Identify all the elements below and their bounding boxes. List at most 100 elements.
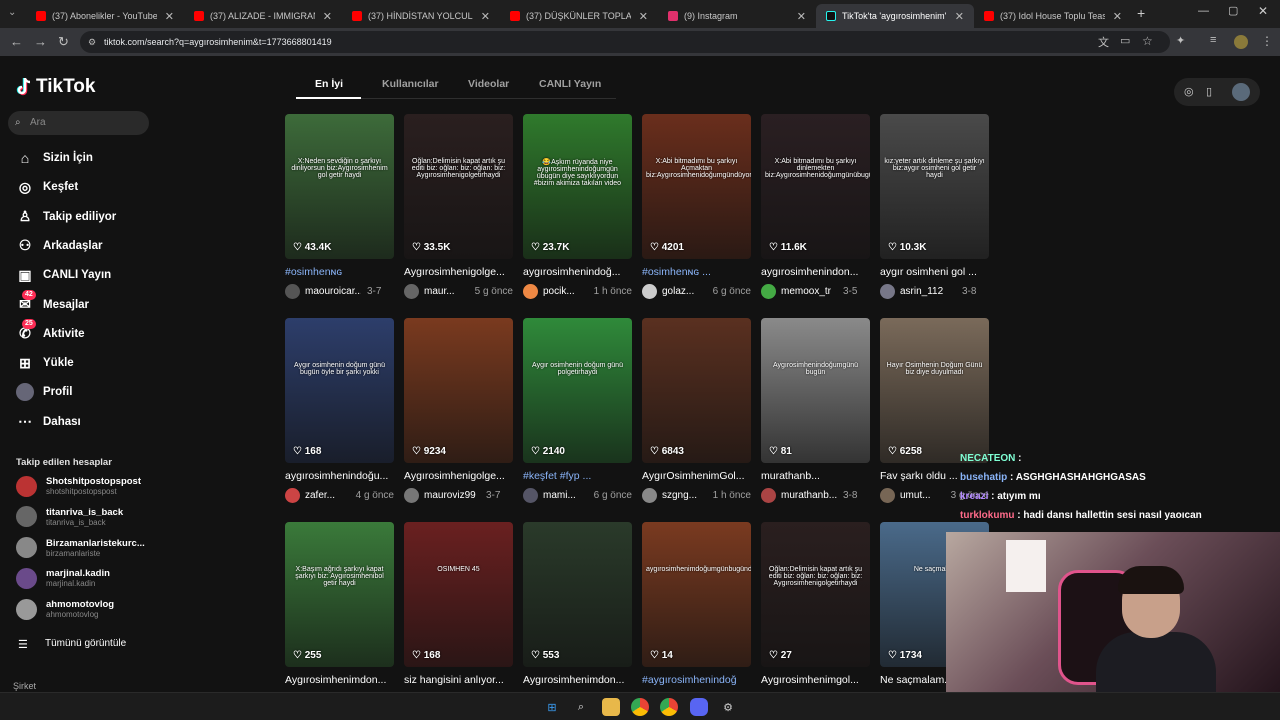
username[interactable]: mauroviz99 bbox=[424, 490, 480, 501]
avatar[interactable] bbox=[761, 488, 776, 503]
video-card[interactable]: aygırosimhenimdoğumgünbugündüyordhaydi ♡ … bbox=[642, 522, 751, 686]
video-card[interactable]: X:Abi bitmadımı bu şarkıyı Açmaktan biz:… bbox=[642, 114, 751, 299]
cast-icon[interactable]: ▭ bbox=[1120, 34, 1130, 47]
video-thumbnail[interactable]: Hayır Osimhenin Doğum Günü biz diye duyu… bbox=[880, 318, 989, 463]
maximize-button[interactable]: ▢ bbox=[1228, 4, 1238, 17]
footer-company-link[interactable]: Şirket bbox=[13, 681, 36, 691]
new-tab-button[interactable]: + bbox=[1137, 5, 1145, 21]
url-field[interactable]: tiktok.com/search?q=aygırosimhenim&t=177… bbox=[80, 31, 1170, 53]
video-title[interactable]: Aygırosimhenimdon... bbox=[285, 674, 397, 686]
video-thumbnail[interactable]: Aygır osimhenin doğum günü bugün öyle bi… bbox=[285, 318, 394, 463]
avatar[interactable] bbox=[404, 488, 419, 503]
video-title[interactable]: aygırosimhenindoğu... bbox=[285, 470, 397, 482]
search-tab[interactable]: Videolar bbox=[468, 78, 509, 90]
video-title[interactable]: aygırosimhenindoğ... bbox=[523, 266, 635, 278]
video-title[interactable]: #aygırosimhenindoğ bbox=[642, 674, 754, 686]
close-window-button[interactable]: ✕ bbox=[1258, 4, 1268, 18]
video-card[interactable]: kız:yeter artık dinleme şu şarkıyı biz:a… bbox=[880, 114, 989, 299]
video-thumbnail[interactable]: ♡ 9234 bbox=[404, 318, 513, 463]
extensions-icon[interactable]: ✦ bbox=[1176, 34, 1185, 47]
video-title[interactable]: #osimhenɴɢ ... bbox=[642, 266, 754, 278]
video-thumbnail[interactable]: ♡ 6843 bbox=[642, 318, 751, 463]
forward-icon[interactable]: → bbox=[34, 34, 47, 49]
username[interactable]: golaz... bbox=[662, 286, 707, 297]
profile-avatar[interactable] bbox=[1234, 35, 1248, 49]
video-thumbnail[interactable]: Oğlan:Delimisin kapat artık şu editi biz… bbox=[404, 114, 513, 259]
browser-tab[interactable]: (37) Idol House Toplu Teaser Ç ✕ bbox=[974, 4, 1132, 28]
tiktok-logo[interactable]: TikTok bbox=[16, 76, 95, 98]
theme-icon[interactable]: ◎ bbox=[1184, 85, 1194, 98]
nav-item-following[interactable]: ♙ Takip ediliyor bbox=[16, 206, 117, 228]
video-card[interactable]: Oğlan:Delimisin kapat artık şu editi biz… bbox=[404, 114, 513, 299]
video-title[interactable]: aygırosimhenindon... bbox=[761, 266, 873, 278]
search-tab[interactable]: Kullanıcılar bbox=[382, 78, 439, 90]
username[interactable]: maur... bbox=[424, 286, 469, 297]
followed-account[interactable]: ahmomotovlog ahmomotovlog bbox=[16, 595, 114, 623]
video-card[interactable]: 😂Aşkım rüyanda niye aygırosimhenindoğumg… bbox=[523, 114, 632, 299]
video-card[interactable]: Aygırosimhenindoğumgünü bugün ♡ 81 muratha… bbox=[761, 318, 870, 503]
browser-tab[interactable]: (37) HİNDİSTAN YOLCULUĞU v ✕ bbox=[342, 4, 500, 28]
browser-tab[interactable]: TikTok'ta 'aygırosimhenim' bul ✕ bbox=[816, 4, 974, 28]
username[interactable]: umut... bbox=[900, 490, 945, 501]
video-title[interactable]: siz hangisini anlıyor... bbox=[404, 674, 516, 686]
username[interactable]: szgng... bbox=[662, 490, 707, 501]
search-tab[interactable]: En İyi bbox=[315, 78, 343, 90]
video-thumbnail[interactable]: Oğlan:Delimisin kapat artık şu editi biz… bbox=[761, 522, 870, 667]
username[interactable]: memoox_tr bbox=[781, 286, 837, 297]
nav-item-profile[interactable]: Profil bbox=[16, 381, 72, 403]
search-tab[interactable]: CANLI Yayın bbox=[539, 78, 601, 90]
username[interactable]: murathanb... bbox=[781, 490, 837, 501]
close-tab-icon[interactable]: ✕ bbox=[481, 10, 490, 23]
followed-account[interactable]: Shotshitpostopspost shotshitpostopspost bbox=[16, 472, 141, 500]
close-tab-icon[interactable]: ✕ bbox=[1113, 10, 1122, 23]
video-title[interactable]: #keşfet #fyp ... bbox=[523, 470, 635, 482]
video-thumbnail[interactable]: ♡ 553 bbox=[523, 522, 632, 667]
browser-tab[interactable]: (37) Abonelikler - YouTube ✕ bbox=[26, 4, 184, 28]
video-card[interactable]: Oğlan:Delimisin kapat artık şu editi biz… bbox=[761, 522, 870, 686]
video-card[interactable]: ♡ 9234 Aygırosimhenigolge... mauroviz99 3-7 bbox=[404, 318, 513, 503]
minimize-button[interactable]: — bbox=[1198, 5, 1209, 17]
discord-icon[interactable] bbox=[690, 698, 708, 716]
video-card[interactable]: X:Neden sevdiğin o şarkıyı dinliyorsun b… bbox=[285, 114, 394, 299]
search-input[interactable]: ⌕ Ara bbox=[8, 111, 149, 135]
browser-tab[interactable]: (37) DÜŞKÜNLER TOPLANTISI ✕ bbox=[500, 4, 658, 28]
chrome-profile-icon[interactable] bbox=[660, 698, 678, 716]
video-thumbnail[interactable]: X:Abi bitmadımı bu şarkıyı Açmaktan biz:… bbox=[642, 114, 751, 259]
taskbar-search-icon[interactable]: ⌕ bbox=[572, 698, 590, 716]
video-card[interactable]: OSIMHEN 45 ♡ 168 siz hangisini anlıyor... bbox=[404, 522, 513, 686]
nav-item-home[interactable]: ⌂ Sizin İçin bbox=[16, 147, 93, 169]
video-title[interactable]: murathanb... bbox=[761, 470, 873, 482]
nav-item-compass[interactable]: ◎ Keşfet bbox=[16, 176, 78, 198]
close-tab-icon[interactable]: ✕ bbox=[955, 10, 964, 23]
site-info-icon[interactable]: ⚙ bbox=[88, 37, 96, 48]
nav-item-activity[interactable]: ✆ 25 Aktivite bbox=[16, 318, 85, 345]
followed-account[interactable]: Birzamanlaristekurc... birzamanlariste bbox=[16, 534, 145, 562]
nav-item-upload[interactable]: ⊞ Yükle bbox=[16, 352, 74, 374]
video-card[interactable]: ♡ 553 Aygırosimhenimdon... bbox=[523, 522, 632, 686]
video-title[interactable]: Aygırosimhenimdon... bbox=[523, 674, 635, 686]
chrome-icon[interactable] bbox=[631, 698, 649, 716]
avatar[interactable] bbox=[880, 488, 895, 503]
browser-tab[interactable]: (9) Instagram ✕ bbox=[658, 4, 816, 28]
close-tab-icon[interactable]: ✕ bbox=[797, 10, 806, 23]
video-title[interactable]: Aygırosimhenimgol... bbox=[761, 674, 873, 686]
username[interactable]: mami... bbox=[543, 490, 588, 501]
translate-icon[interactable]: 文 bbox=[1098, 34, 1109, 50]
avatar[interactable] bbox=[285, 284, 300, 299]
avatar[interactable] bbox=[523, 284, 538, 299]
avatar[interactable] bbox=[642, 284, 657, 299]
file-explorer-icon[interactable] bbox=[602, 698, 620, 716]
video-thumbnail[interactable]: X:Başım ağrıdı şarkıyı kapat şarkıyı biz… bbox=[285, 522, 394, 667]
video-thumbnail[interactable]: Aygırosimhenindoğumgünü bugün ♡ 81 bbox=[761, 318, 870, 463]
settings-app-icon[interactable]: ⚙ bbox=[719, 698, 737, 716]
username[interactable]: zafer... bbox=[305, 490, 350, 501]
close-tab-icon[interactable]: ✕ bbox=[165, 10, 174, 23]
close-tab-icon[interactable]: ✕ bbox=[323, 10, 332, 23]
username[interactable]: asrin_112 bbox=[900, 286, 956, 297]
video-thumbnail[interactable]: OSIMHEN 45 ♡ 168 bbox=[404, 522, 513, 667]
username[interactable]: pocik... bbox=[543, 286, 588, 297]
reload-icon[interactable]: ↻ bbox=[58, 34, 69, 50]
video-title[interactable]: AygırOsimhenimGol... bbox=[642, 470, 754, 482]
video-thumbnail[interactable]: aygırosimhenimdoğumgünbugündüyordhaydi ♡ … bbox=[642, 522, 751, 667]
video-title[interactable]: #osimhenɴɢ bbox=[285, 266, 397, 278]
